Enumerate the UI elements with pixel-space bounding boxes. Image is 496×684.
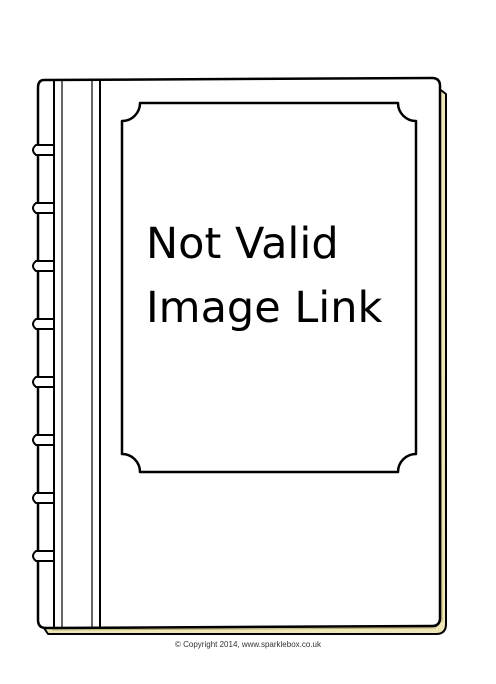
copyright-notice: © Copyright 2014, www.sparklebox.co.uk (175, 640, 321, 649)
book-frame: Not Valid Image Link © Copyright 2014, w… (0, 0, 496, 684)
error-message: Not Valid Image Link (146, 212, 406, 340)
spine-ridge (32, 434, 55, 446)
book-icon (32, 76, 447, 635)
spine-ridge (32, 492, 55, 504)
spine-ridge (32, 376, 55, 388)
spine-ridge (32, 318, 55, 330)
spine-ridge (32, 144, 55, 156)
error-message-line-2: Image Link (146, 283, 383, 333)
error-message-line-1: Not Valid (146, 219, 339, 269)
spine-ridge (32, 550, 55, 562)
spine-ridge (32, 260, 55, 272)
spine-ridge (32, 202, 55, 214)
